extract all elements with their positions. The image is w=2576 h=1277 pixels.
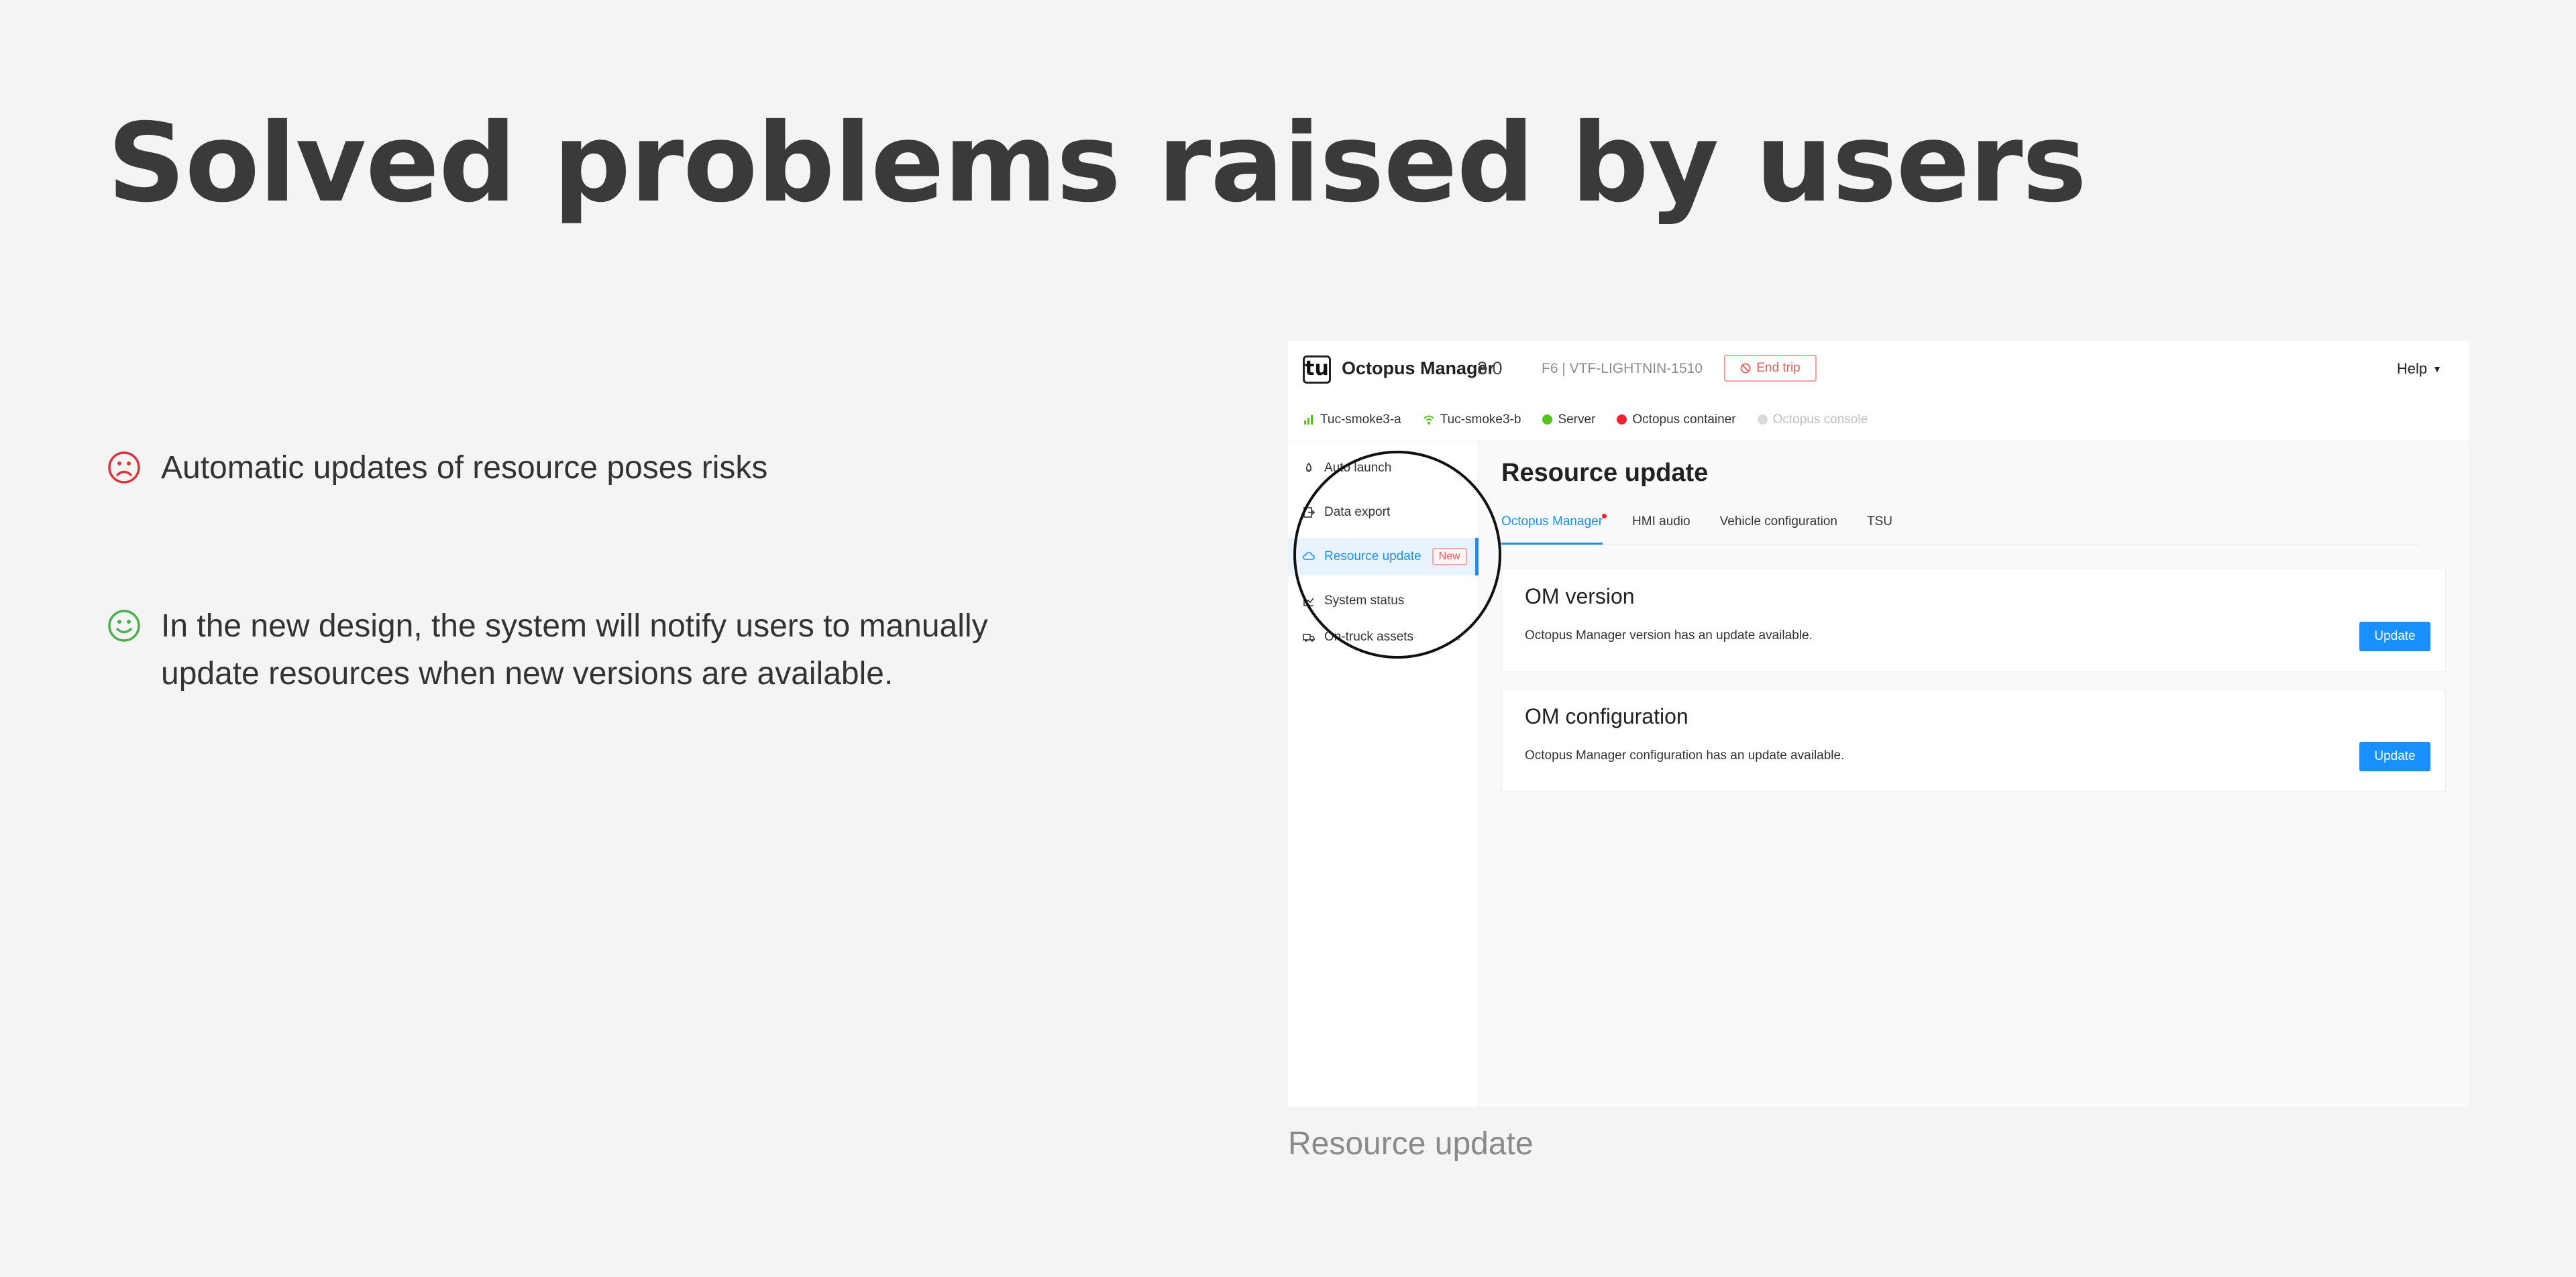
card-title: OM configuration xyxy=(1525,704,1688,728)
end-trip-label: End trip xyxy=(1756,361,1801,375)
notification-dot xyxy=(1602,514,1607,518)
screenshot-caption: Resource update xyxy=(1288,1126,1534,1162)
status-item: Server xyxy=(1542,412,1595,427)
signal-bars-icon xyxy=(1304,414,1313,425)
error-circle-icon xyxy=(1617,414,1627,425)
status-label: Tuc-smoke3-b xyxy=(1440,412,1521,427)
app-logo[interactable]: tu xyxy=(1303,355,1331,384)
status-label: Octopus container xyxy=(1632,412,1736,427)
help-label: Help xyxy=(2396,360,2428,378)
status-label: Tuc-smoke3-a xyxy=(1320,412,1401,427)
tab-hmi-audio[interactable]: HMI audio xyxy=(1632,499,1690,545)
om-configuration-card: OM configuration Octopus Manager configu… xyxy=(1501,689,2446,792)
solution-point: In the new design, the system will notif… xyxy=(107,602,1046,698)
status-item: Tuc-smoke3-b xyxy=(1423,412,1521,427)
status-bar: Tuc-smoke3-a Tuc-smoke3-b Server Octopus… xyxy=(1288,398,2469,441)
end-trip-button[interactable]: End trip xyxy=(1724,355,1817,382)
app-header: tu Octopus Manager 3.0 F6 | VTF-LIGHTNIN… xyxy=(1288,341,2469,399)
ban-icon xyxy=(1740,363,1751,374)
problem-text: Automatic updates of resource poses risk… xyxy=(161,450,768,486)
status-item: Octopus container xyxy=(1617,412,1736,427)
app-version: 3.0 xyxy=(1477,358,1503,378)
sad-face-icon xyxy=(108,451,140,484)
status-label: Server xyxy=(1558,412,1596,427)
card-description: Octopus Manager configuration has an upd… xyxy=(1525,748,1845,763)
wifi-icon xyxy=(1424,415,1434,425)
help-menu[interactable]: Help ▼ xyxy=(2397,359,2442,378)
status-item: Octopus console xyxy=(1757,412,1868,427)
magnifier-highlight xyxy=(1293,451,1501,659)
inactive-dot-icon xyxy=(1757,414,1768,425)
main-content: Resource update Octopus Manager HMI audi… xyxy=(1479,441,2469,1107)
card-description: Octopus Manager version has an update av… xyxy=(1525,628,1813,643)
slide-title: Solved problems raised by users xyxy=(107,101,2087,227)
update-button[interactable]: Update xyxy=(2359,622,2430,651)
tab-vehicle-configuration[interactable]: Vehicle configuration xyxy=(1720,499,1837,545)
update-button[interactable]: Update xyxy=(2359,742,2430,771)
app-name: Octopus Manager xyxy=(1342,358,1495,378)
om-version-card: OM version Octopus Manager version has a… xyxy=(1501,569,2446,672)
card-title: OM version xyxy=(1525,584,1635,608)
rocket-icon xyxy=(1306,462,1311,472)
problem-point: Automatic updates of resource poses risk… xyxy=(107,444,1046,492)
happy-face-icon xyxy=(108,610,140,642)
vehicle-id: F6 | VTF-LIGHTNIN-1510 xyxy=(1542,361,1703,376)
status-label: Octopus console xyxy=(1772,412,1868,427)
tab-octopus-manager[interactable]: Octopus Manager xyxy=(1501,499,1607,545)
solution-text: In the new design, the system will notif… xyxy=(161,608,988,691)
truck-icon xyxy=(1303,634,1315,642)
app-screenshot: tu Octopus Manager 3.0 F6 | VTF-LIGHTNIN… xyxy=(1288,341,2469,1107)
check-circle-icon xyxy=(1542,414,1553,425)
tab-label: Octopus Manager xyxy=(1501,514,1603,529)
tab-bar: Octopus Manager HMI audio Vehicle config… xyxy=(1501,499,2420,545)
page-title: Resource update xyxy=(1501,459,1709,487)
status-item: Tuc-smoke3-a xyxy=(1303,412,1401,427)
caret-down-icon: ▼ xyxy=(2432,364,2442,375)
tab-tsu[interactable]: TSU xyxy=(1867,499,1892,545)
